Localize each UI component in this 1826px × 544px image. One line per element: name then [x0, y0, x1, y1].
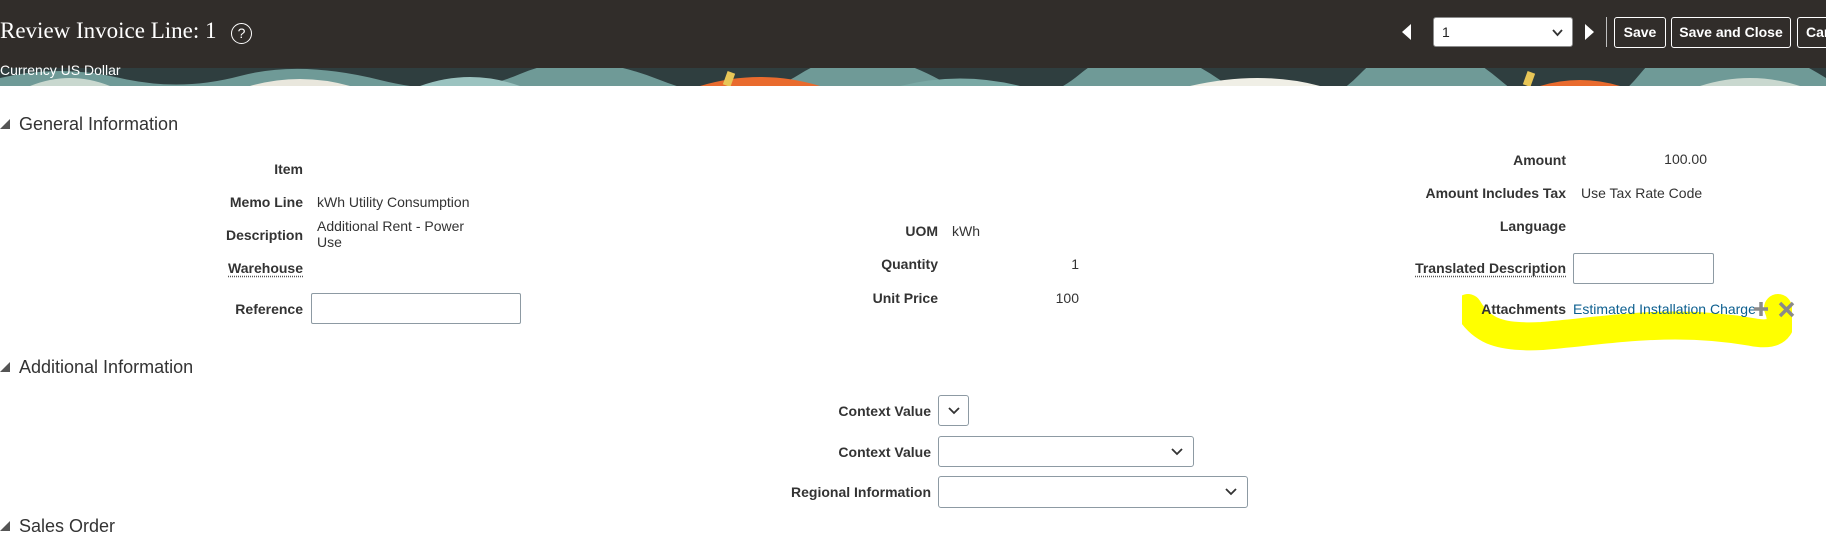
section-additional-information[interactable]: Additional Information — [0, 357, 193, 378]
description-line-2: Use — [317, 234, 342, 250]
collapse-triangle-icon[interactable] — [0, 362, 10, 372]
previous-arrow-icon[interactable] — [1402, 24, 1411, 40]
description-label: Description — [225, 227, 303, 243]
context-value-select-2[interactable] — [938, 436, 1194, 467]
amount-value: 100.00 — [1664, 151, 1707, 167]
description-line-1: Additional Rent - Power — [317, 218, 465, 234]
amount-includes-tax-value: Use Tax Rate Code — [1581, 185, 1703, 201]
section-general-information[interactable]: General Information — [0, 114, 178, 135]
save-and-close-button[interactable]: Save and Close — [1671, 17, 1791, 48]
add-icon[interactable] — [1753, 301, 1769, 317]
quantity-value: 1 — [1071, 256, 1079, 272]
memo-line-value: kWh Utility Consumption — [317, 194, 470, 210]
section-sales-order-title: Sales Order — [19, 516, 116, 536]
reference-label: Reference — [235, 301, 303, 317]
translated-description-label[interactable]: Translated Description — [1400, 260, 1566, 276]
page-header: Review Invoice Line: 1 ? Currency US Dol… — [0, 0, 1826, 86]
regional-information-label: Regional Information — [791, 484, 931, 500]
context-value-label-1: Context Value — [838, 403, 931, 419]
cancel-button[interactable]: Cancel — [1797, 17, 1826, 48]
header-decorative-band — [0, 68, 1826, 86]
page-select[interactable]: 1 — [1433, 17, 1573, 47]
language-label: Language — [1499, 218, 1566, 234]
attachments-label: Attachments — [1481, 301, 1566, 317]
translated-description-input[interactable] — [1573, 253, 1714, 284]
next-arrow-icon[interactable] — [1585, 24, 1594, 40]
currency-label: Currency US Dollar — [0, 62, 121, 78]
reference-input[interactable] — [311, 293, 521, 324]
collapse-triangle-icon[interactable] — [0, 521, 10, 531]
regional-information-select[interactable] — [938, 476, 1248, 508]
section-sales-order[interactable]: Sales Order — [0, 516, 115, 537]
quantity-label: Quantity — [881, 256, 938, 272]
context-value-select-1[interactable] — [938, 395, 969, 426]
page-select-value: 1 — [1442, 24, 1450, 40]
help-icon[interactable]: ? — [231, 23, 252, 44]
section-additional-information-title: Additional Information — [19, 357, 194, 377]
chevron-down-icon — [1171, 447, 1183, 455]
description-value: Additional Rent - Power Use — [317, 218, 464, 250]
memo-line-label: Memo Line — [229, 194, 303, 210]
uom-label: UOM — [905, 223, 938, 239]
save-button[interactable]: Save — [1614, 17, 1666, 48]
section-general-information-title: General Information — [19, 114, 179, 134]
unit-price-label: Unit Price — [872, 290, 938, 306]
chevron-down-icon — [1552, 29, 1563, 37]
collapse-triangle-icon[interactable] — [0, 119, 10, 129]
attachment-link[interactable]: Estimated Installation Charge — [1573, 301, 1756, 317]
context-value-label-2: Context Value — [838, 444, 931, 460]
chevron-down-icon — [1225, 488, 1237, 496]
amount-includes-tax-label: Amount Includes Tax — [1425, 185, 1566, 201]
chevron-down-icon — [948, 406, 960, 414]
item-label: Item — [274, 161, 303, 177]
warehouse-label[interactable]: Warehouse — [180, 260, 303, 276]
header-separator — [1606, 17, 1607, 47]
page-title: Review Invoice Line: 1 — [0, 18, 217, 43]
uom-value: kWh — [952, 223, 980, 239]
amount-label: Amount — [1513, 152, 1566, 168]
unit-price-value: 100 — [1055, 290, 1079, 306]
delete-icon[interactable] — [1778, 301, 1795, 318]
